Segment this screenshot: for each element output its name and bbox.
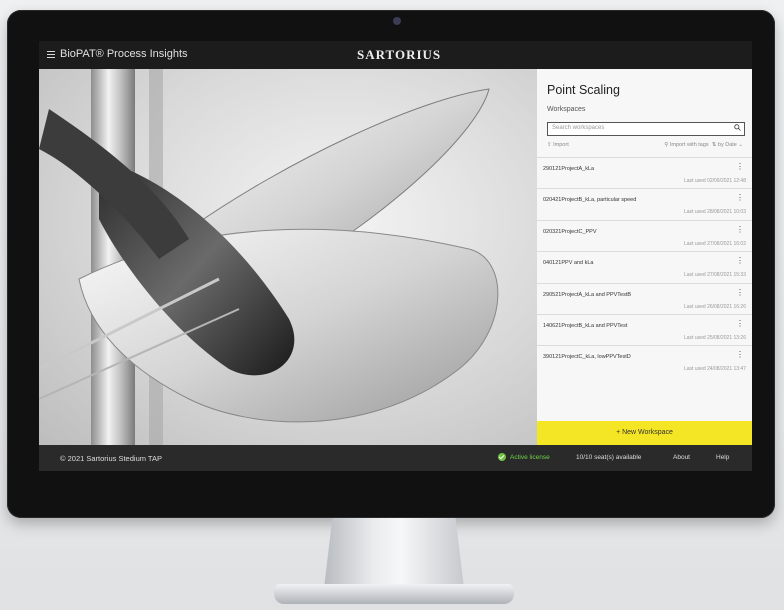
app-title: BioPAT® Process Insights xyxy=(60,48,188,60)
workspace-last-used: Last used 02/09/2021 12:48 xyxy=(684,178,746,184)
check-circle-icon xyxy=(498,453,506,461)
copyright-text: © 2021 Sartorius Stedium TAP xyxy=(60,454,162,463)
hamburger-menu-icon[interactable] xyxy=(47,51,55,58)
camera-dot xyxy=(393,17,401,25)
chevron-down-icon[interactable]: ⌄ xyxy=(738,142,743,148)
workspace-name: 290521ProjectA_kLa and PPVTestB xyxy=(543,291,632,298)
more-options-icon[interactable]: ⋮ xyxy=(736,163,744,171)
search-placeholder: Search workspaces xyxy=(552,125,605,131)
top-bar: BioPAT® Process Insights SARTORIUS xyxy=(39,41,752,69)
new-workspace-button[interactable]: + New Workspace xyxy=(537,421,752,445)
more-options-icon[interactable]: ⋮ xyxy=(736,288,744,297)
more-options-icon[interactable]: ⋮ xyxy=(736,319,744,328)
import-button[interactable]: ⇪ Import xyxy=(547,142,569,148)
about-link[interactable]: About xyxy=(673,454,690,461)
list-item[interactable]: 290121ProjectA_kLa ⋮ Last used 02/09/202… xyxy=(537,157,752,189)
list-item[interactable]: 020421ProjectB_kLa, particular speed ⋮ L… xyxy=(537,188,752,220)
hero-impeller-image xyxy=(39,69,537,445)
list-item[interactable]: 020321ProjectC_PPV ⋮ Last used 27/08/202… xyxy=(537,219,752,252)
sort-icon: ⇅ xyxy=(710,142,718,148)
workspace-list: 290121ProjectA_kLa ⋮ Last used 02/09/202… xyxy=(537,157,752,377)
list-item[interactable]: 040121PPV and kLa ⋮ Last used 27/08/2021… xyxy=(537,251,752,283)
app-screen: BioPAT® Process Insights SARTORIUS Point… xyxy=(39,41,752,471)
brand-logo: SARTORIUS xyxy=(357,47,442,62)
import-label: Import xyxy=(553,142,569,148)
import-with-tags-button[interactable]: Import with tags xyxy=(670,142,709,148)
license-label: Active license xyxy=(510,453,550,461)
footer-bar: © 2021 Sartorius Stedium TAP Active lice… xyxy=(39,445,752,471)
workspace-name: 020321ProjectC_PPV xyxy=(543,228,597,235)
license-status: Active license xyxy=(498,453,550,461)
workspace-last-used: Last used 27/08/2021 16:02 xyxy=(684,240,746,247)
workspace-name: 040121PPV and kLa xyxy=(543,260,594,267)
workspace-name: 020421ProjectB_kLa, particular speed xyxy=(543,197,637,204)
panel-title: Point Scaling xyxy=(547,83,620,97)
more-options-icon[interactable]: ⋮ xyxy=(736,225,744,234)
workspace-last-used: Last used 28/08/2021 10:03 xyxy=(684,209,746,216)
list-item[interactable]: 140621ProjectB_kLa and PPVTest ⋮ Last us… xyxy=(537,313,752,346)
toolbar-actions: ⚲ Import with tags ⇅ by Date ⌄ xyxy=(664,142,743,148)
seats-available: 10/10 seat(s) available xyxy=(576,454,642,461)
workspace-last-used: Last used 27/08/2021 15:33 xyxy=(684,272,746,279)
workspace-name: 140621ProjectB_kLa and PPVTest xyxy=(543,322,628,329)
workspace-toolbar: ⇪ Import ⚲ Import with tags ⇅ by Date ⌄ xyxy=(547,142,743,152)
workspaces-panel: Point Scaling Workspaces Search workspac… xyxy=(537,69,752,445)
monitor-stand-neck xyxy=(324,518,464,588)
search-icon[interactable] xyxy=(734,124,741,131)
workspace-name: 290121ProjectA_kLa xyxy=(543,166,595,172)
workspace-last-used: Last used 25/08/2021 13:26 xyxy=(684,334,746,341)
help-link[interactable]: Help xyxy=(716,454,729,461)
workspace-last-used: Last used 26/08/2021 16:26 xyxy=(684,303,746,310)
more-options-icon[interactable]: ⋮ xyxy=(736,194,744,202)
sort-dropdown[interactable]: by Date xyxy=(718,142,737,148)
monitor-stand-base xyxy=(274,584,514,604)
search-input[interactable]: Search workspaces xyxy=(547,122,745,136)
list-item[interactable]: 290521ProjectA_kLa and PPVTestB ⋮ Last u… xyxy=(537,282,752,314)
list-item[interactable]: 390121ProjectC_kLa, lowPPVTestD ⋮ Last u… xyxy=(537,345,752,377)
workspace-name: 390121ProjectC_kLa, lowPPVTestD xyxy=(543,354,631,361)
workspace-last-used: Last used 24/08/2021 13:47 xyxy=(684,366,746,373)
impeller-illustration xyxy=(39,69,499,445)
more-options-icon[interactable]: ⋮ xyxy=(736,257,744,265)
more-options-icon[interactable]: ⋮ xyxy=(736,351,744,359)
panel-subtitle: Workspaces xyxy=(547,106,586,113)
